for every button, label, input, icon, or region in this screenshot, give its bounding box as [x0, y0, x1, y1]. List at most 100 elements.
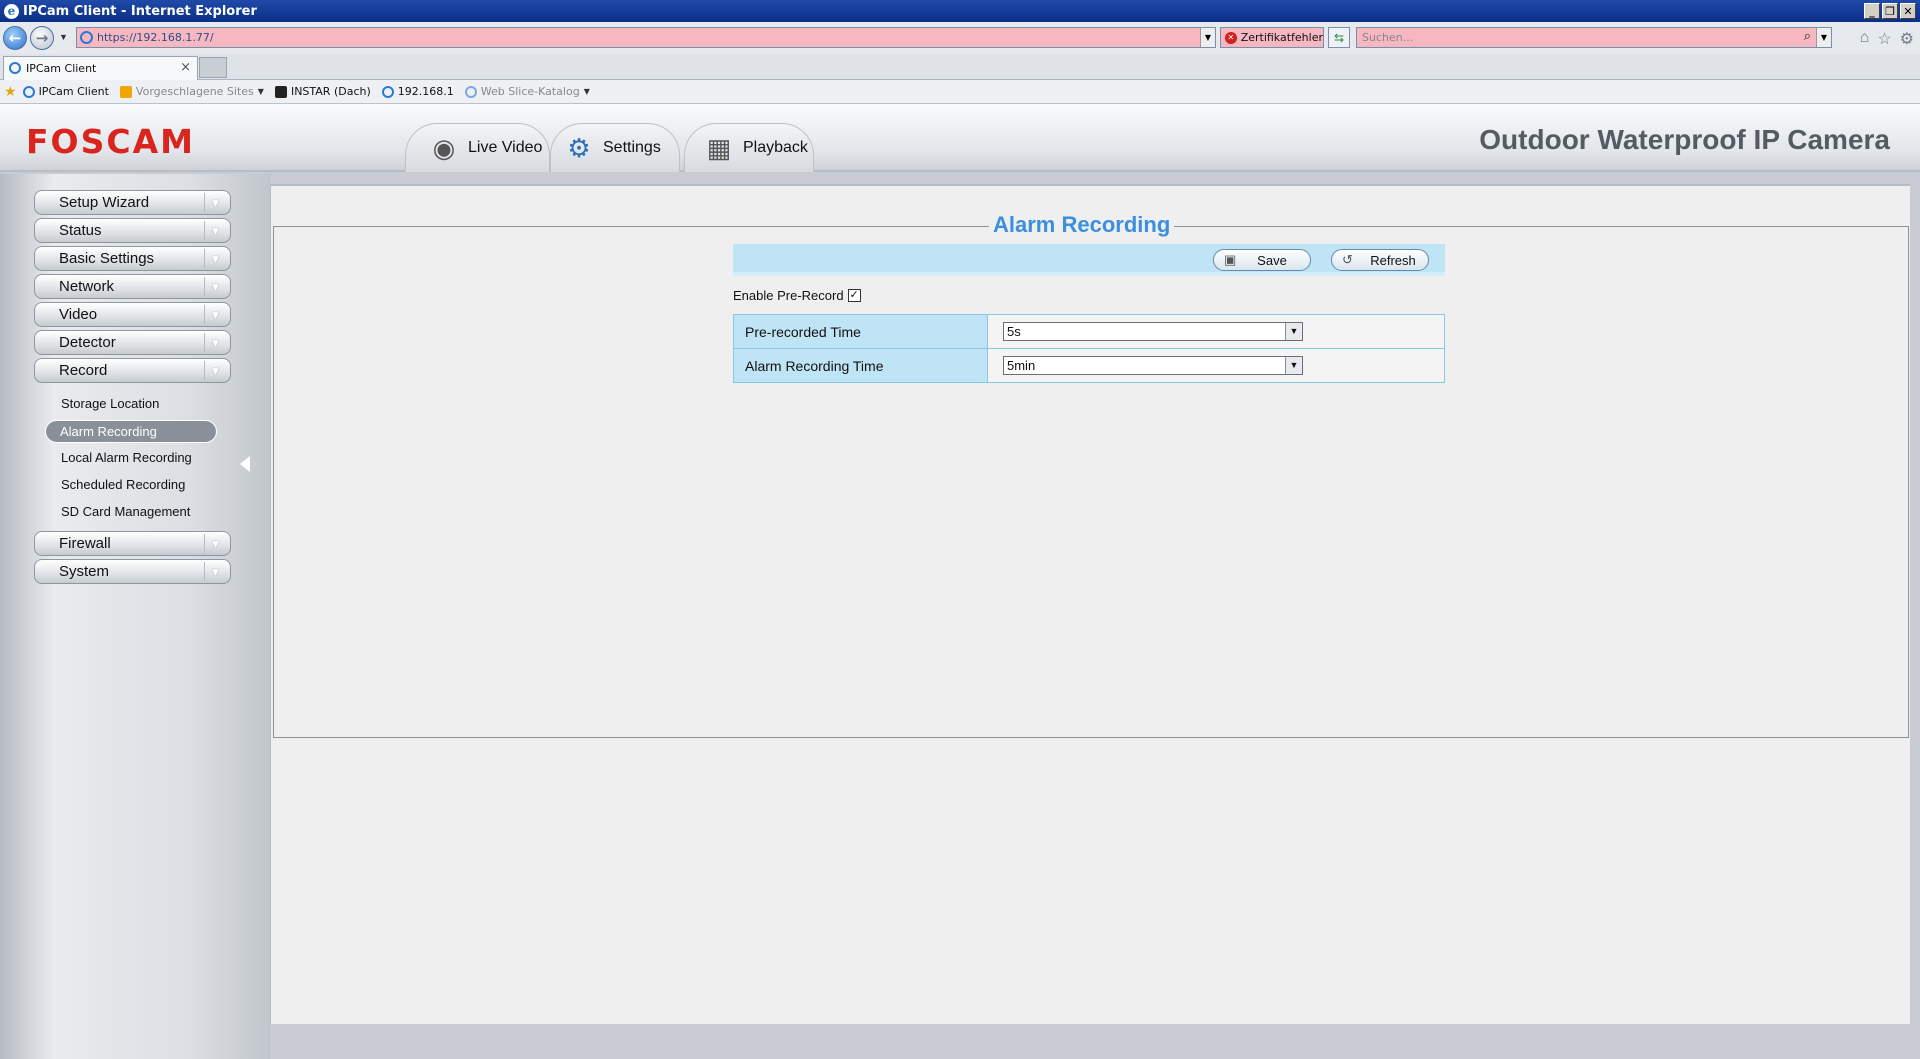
- browser-tab-label: IPCam Client: [26, 62, 97, 75]
- submenu-local-alarm-recording[interactable]: Local Alarm Recording: [61, 450, 192, 465]
- favorite-instar[interactable]: INSTAR (Dach): [274, 85, 371, 98]
- active-item-pointer-icon: [240, 456, 250, 472]
- foscam-logo: FOSCAM: [26, 122, 195, 161]
- address-dropdown-icon[interactable]: ▼: [1200, 28, 1215, 47]
- ie-icon: [22, 85, 35, 98]
- ie-icon: [464, 85, 477, 98]
- menu-status[interactable]: Status ▼: [34, 218, 231, 243]
- page-favicon-icon: [80, 31, 93, 44]
- alarm-recording-time-value: 5min: [1007, 358, 1036, 373]
- search-placeholder: Suchen...: [1362, 31, 1414, 44]
- menu-record[interactable]: Record ▼: [34, 358, 231, 383]
- close-window-button[interactable]: ✕: [1900, 3, 1916, 19]
- certificate-error-button[interactable]: ✕ Zertifikatfehler: [1220, 27, 1324, 48]
- new-tab-button[interactable]: [199, 57, 227, 78]
- tab-live-video[interactable]: ◉ Live Video: [405, 123, 550, 172]
- browser-tab[interactable]: IPCam Client ×: [3, 56, 198, 80]
- submenu-alarm-recording[interactable]: Alarm Recording: [45, 420, 217, 443]
- alarm-recording-time-select[interactable]: 5min ▼: [1003, 356, 1303, 375]
- search-dropdown-icon[interactable]: ▼: [1816, 28, 1831, 47]
- save-button[interactable]: ▣ Save: [1213, 249, 1311, 271]
- favorite-web-slice-gallery[interactable]: Web Slice-Katalog ▼: [464, 85, 590, 98]
- menu-network[interactable]: Network ▼: [34, 274, 231, 299]
- tab-settings[interactable]: ⚙ Settings: [550, 123, 680, 172]
- calendar-icon: ▦: [706, 132, 732, 163]
- refresh-button[interactable]: ↺ Refresh: [1331, 249, 1429, 271]
- menu-system[interactable]: System ▼: [34, 559, 231, 584]
- alarm-recording-time-label: Alarm Recording Time: [733, 348, 988, 383]
- menu-detector[interactable]: Detector ▼: [34, 330, 231, 355]
- recording-settings-table: Pre-recorded Time 5s ▼ Alarm Recording T…: [733, 314, 1445, 383]
- table-row: Pre-recorded Time 5s ▼: [733, 314, 1445, 349]
- pre-recorded-time-select[interactable]: 5s ▼: [1003, 322, 1303, 341]
- alarm-recording-time-cell: 5min ▼: [987, 348, 1445, 383]
- chevron-down-icon: ▼: [204, 562, 226, 581]
- chevron-down-icon: ▼: [204, 277, 226, 296]
- favorite-192-168-1[interactable]: 192.168.1: [381, 85, 454, 98]
- back-arrow-icon: ←: [8, 29, 22, 47]
- save-label: Save: [1257, 252, 1287, 268]
- address-toolbar: ← → ▼ https://192.168.1.77/ ▼ ✕ Zertifik…: [0, 22, 1920, 54]
- menu-firewall[interactable]: Firewall ▼: [34, 531, 231, 556]
- camera-model-title: Outdoor Waterproof IP Camera: [1479, 124, 1890, 155]
- enable-prerecord-checkbox[interactable]: ✓: [847, 289, 861, 302]
- chevron-down-icon[interactable]: ▼: [1285, 323, 1302, 340]
- menu-label: Setup Wizard: [59, 194, 150, 211]
- address-bar[interactable]: https://192.168.1.77/ ▼: [76, 27, 1216, 48]
- floppy-disk-icon: ▣: [1224, 252, 1237, 267]
- history-dropdown-icon[interactable]: ▼: [59, 32, 68, 42]
- close-tab-icon[interactable]: ×: [180, 60, 191, 75]
- address-url: https://192.168.1.77/: [97, 31, 214, 44]
- menu-video[interactable]: Video ▼: [34, 302, 231, 327]
- chevron-down-icon: ▼: [583, 87, 590, 96]
- search-icon[interactable]: ⌕: [1804, 29, 1811, 44]
- tab-favicon-icon: [9, 62, 21, 74]
- cert-error-shield-icon: ✕: [1225, 31, 1237, 44]
- page-header: FOSCAM ◉ Live Video ⚙ Settings ▦ Playbac…: [0, 104, 1920, 172]
- chevron-down-icon: ▼: [204, 221, 226, 240]
- chevron-down-icon[interactable]: ▼: [1285, 357, 1302, 374]
- menu-label: Detector: [59, 334, 116, 351]
- pre-recorded-time-label: Pre-recorded Time: [733, 314, 988, 349]
- pre-recorded-time-cell: 5s ▼: [987, 314, 1445, 349]
- compat-refresh-button[interactable]: ⇆: [1328, 27, 1350, 48]
- home-icon[interactable]: ⌂: [1860, 29, 1870, 49]
- chevron-down-icon: ▼: [204, 534, 226, 553]
- panel-toolbar: ▣ Save ↺ Refresh: [733, 244, 1445, 276]
- refresh-arrow-icon: ↺: [1342, 252, 1353, 267]
- submenu-storage-location[interactable]: Storage Location: [61, 396, 159, 411]
- submenu-sd-card-management[interactable]: SD Card Management: [61, 504, 190, 519]
- menu-basic-settings[interactable]: Basic Settings ▼: [34, 246, 231, 271]
- favorite-ipcam-client[interactable]: IPCam Client: [22, 85, 109, 98]
- panel-title: Alarm Recording: [989, 212, 1175, 238]
- favorite-label: Vorgeschlagene Sites: [135, 85, 254, 98]
- submenu-label: Alarm Recording: [60, 424, 157, 439]
- menu-label: Video: [59, 306, 98, 323]
- foscam-page: FOSCAM ◉ Live Video ⚙ Settings ▦ Playbac…: [0, 104, 1920, 1059]
- search-input[interactable]: Suchen... ⌕ ▼: [1356, 27, 1832, 48]
- settings-content: Alarm Recording ▣ Save ↺ Refresh Enable …: [270, 184, 1910, 1024]
- menu-label: Status: [59, 222, 102, 239]
- favorites-center-icon[interactable]: ★: [4, 84, 17, 100]
- browser-tab-strip: IPCam Client ×: [0, 54, 1920, 80]
- tab-live-video-label: Live Video: [468, 139, 543, 156]
- menu-label: Basic Settings: [59, 250, 155, 267]
- forward-button[interactable]: →: [30, 26, 54, 50]
- back-button[interactable]: ←: [3, 26, 27, 50]
- restore-button[interactable]: ❐: [1882, 3, 1898, 19]
- minimize-button[interactable]: _: [1864, 3, 1880, 19]
- tab-playback[interactable]: ▦ Playback: [684, 123, 814, 172]
- table-row: Alarm Recording Time 5min ▼: [733, 348, 1445, 383]
- alarm-recording-fieldset: [273, 226, 1909, 738]
- menu-label: System: [59, 563, 110, 580]
- favorite-suggested-sites[interactable]: Vorgeschlagene Sites ▼: [119, 85, 264, 98]
- menu-label: Record: [59, 362, 108, 379]
- favorites-star-icon[interactable]: ☆: [1877, 29, 1891, 49]
- window-controls: _ ❐ ✕: [1864, 3, 1916, 19]
- forward-arrow-icon: →: [35, 29, 49, 47]
- favorite-label: INSTAR (Dach): [290, 85, 371, 98]
- submenu-scheduled-recording[interactable]: Scheduled Recording: [61, 477, 185, 492]
- menu-setup-wizard[interactable]: Setup Wizard ▼: [34, 190, 231, 215]
- tools-gear-icon[interactable]: ⚙: [1900, 29, 1914, 49]
- toolbar-icons: ⌂ ☆ ⚙: [1860, 29, 1914, 49]
